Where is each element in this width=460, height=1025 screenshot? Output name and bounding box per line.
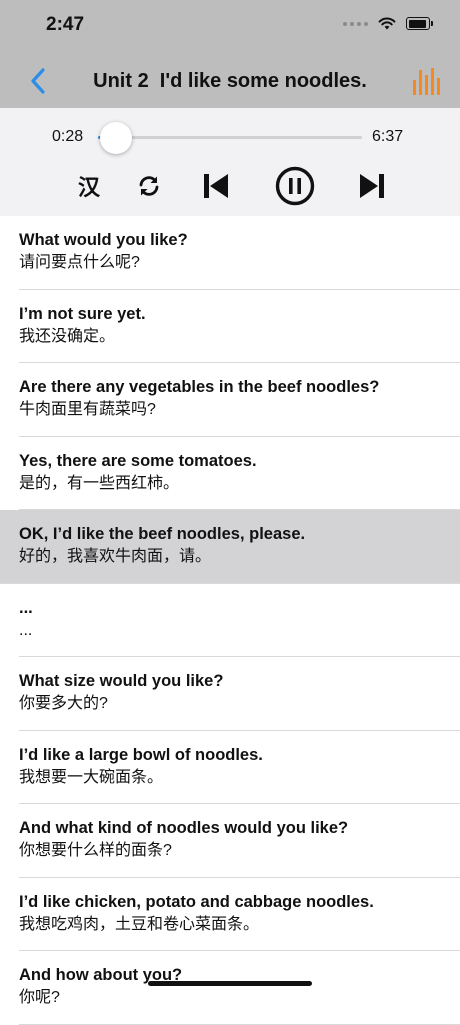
sentence-chinese: ... xyxy=(19,621,33,639)
battery-icon xyxy=(406,17,433,30)
slider-thumb[interactable] xyxy=(100,122,133,154)
sentence-row[interactable]: ...... xyxy=(0,584,460,658)
sentence-chinese: 请问要点什么呢? xyxy=(19,254,140,271)
audio-bars-icon[interactable] xyxy=(412,66,440,96)
chinese-toggle-button[interactable]: 汉 xyxy=(74,166,104,206)
sentence-chinese: 你要多大的? xyxy=(19,695,108,712)
sentence-list: What would you like? 请问要点什么呢? I’m not sure… xyxy=(0,216,460,1025)
page-title: Unit 2 I'd like some noodles. xyxy=(93,70,367,92)
status-time: 2:47 xyxy=(46,14,85,35)
sentence-row[interactable]: I’m not sure yet. 我还没确定。 xyxy=(0,290,460,364)
sentence-english: Are there any vegetables in the beef noo… xyxy=(19,378,380,396)
sentence-chinese: 你想要什么样的面条? xyxy=(19,842,172,859)
skip-previous-icon xyxy=(204,174,228,198)
sentence-english: Yes, there are some tomatoes. xyxy=(19,451,257,470)
sentence-row[interactable]: Yes, there are some tomatoes. 是的，有一些西红柿。 xyxy=(0,437,460,511)
sentence-row[interactable]: OK, I’d like the beef noodles, please. 好的… xyxy=(0,510,460,584)
sentence-english: What size would you like? xyxy=(19,672,224,690)
sentence-chinese: 我想吃鸡肉，土豆和卷心菜面条。 xyxy=(19,915,260,933)
wifi-icon xyxy=(378,17,396,30)
pause-icon xyxy=(275,166,315,206)
top-header: 2:47 Unit 2 I'd like some noodles. xyxy=(0,0,460,108)
sentence-row[interactable]: What size would you like? 你要多大的? xyxy=(0,657,460,731)
audio-player: 0:28 6:37 汉 xyxy=(0,108,460,216)
sentence-chinese: 我想要一大碗面条。 xyxy=(19,768,164,786)
repeat-icon xyxy=(139,176,159,196)
sentence-row[interactable]: What would you like? 请问要点什么呢? xyxy=(0,216,460,290)
next-button[interactable] xyxy=(356,166,388,206)
back-arrow-icon[interactable] xyxy=(26,66,50,96)
previous-button[interactable] xyxy=(200,166,232,206)
sentence-english: I’m not sure yet. xyxy=(19,304,146,323)
sentence-row[interactable]: And what kind of noodles would you like?… xyxy=(0,804,460,878)
progress-slider[interactable] xyxy=(98,122,362,154)
signal-icon xyxy=(343,21,368,26)
sentence-row[interactable]: Are there any vegetables in the beef noo… xyxy=(0,363,460,437)
sentence-english: ... xyxy=(19,598,33,617)
sentence-english: I’d like chicken, potato and cabbage noo… xyxy=(19,892,374,911)
sentence-english: What would you like? xyxy=(19,231,188,249)
sentence-english: And what kind of noodles would you like? xyxy=(19,819,349,837)
skip-next-icon xyxy=(360,174,384,198)
total-time: 6:37 xyxy=(372,128,404,145)
sentence-chinese: 好的，我喜欢牛肉面，请。 xyxy=(19,548,212,565)
home-indicator xyxy=(148,981,312,986)
sentence-english: OK, I’d like the beef noodles, please. xyxy=(19,525,306,543)
pause-button[interactable] xyxy=(274,166,316,206)
sentence-english: I’d like a large bowl of noodles. xyxy=(19,745,263,764)
sentence-row[interactable]: I’d like chicken, potato and cabbage noo… xyxy=(0,878,460,952)
current-time: 0:28 xyxy=(52,128,84,145)
sentence-row[interactable]: I’d like a large bowl of noodles. 我想要一大碗面… xyxy=(0,731,460,805)
sentence-row[interactable]: And how about you? 你呢? xyxy=(0,951,460,1025)
sentence-chinese: 我还没确定。 xyxy=(19,327,116,345)
sentence-chinese: 牛肉面里有蔬菜吗? xyxy=(19,401,156,418)
sentence-chinese: 是的，有一些西红柿。 xyxy=(19,474,180,492)
repeat-button[interactable] xyxy=(134,166,164,206)
sentence-chinese: 你呢? xyxy=(19,989,60,1006)
status-icons xyxy=(343,17,433,30)
